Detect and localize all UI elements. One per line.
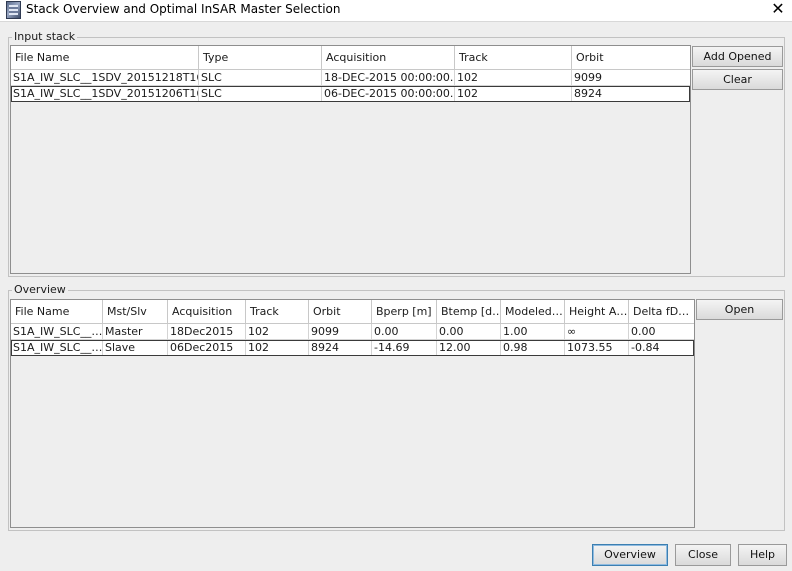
- table-cell: 0.00: [629, 324, 694, 340]
- column-header[interactable]: Type: [199, 46, 322, 70]
- close-button[interactable]: Close: [675, 544, 731, 566]
- add-opened-button[interactable]: Add Opened: [692, 46, 783, 67]
- table-cell: -14.69: [372, 340, 437, 356]
- column-header[interactable]: File Name: [11, 46, 199, 70]
- close-icon[interactable]: ✕: [770, 0, 786, 18]
- table-row[interactable]: S1A_IW_SLC__… Slave 06Dec2015 102 8924 -…: [11, 340, 694, 356]
- window-title: Stack Overview and Optimal InSAR Master …: [26, 2, 341, 16]
- table-row[interactable]: S1A_IW_SLC__1SDV_20151218T16… SLC 18-DEC…: [11, 70, 690, 86]
- table-cell: 12.00: [437, 340, 501, 356]
- table-cell: Slave: [103, 340, 168, 356]
- input-stack-header: File Name Type Acquisition Track Orbit: [11, 46, 690, 70]
- table-cell: 06Dec2015: [168, 340, 246, 356]
- overview-header: File Name Mst/Slv Acquisition Track Orbi…: [11, 300, 694, 324]
- table-cell: 1.00: [501, 324, 565, 340]
- table-cell: -0.84: [629, 340, 694, 356]
- table-cell: 18Dec2015: [168, 324, 246, 340]
- table-cell: 0.00: [372, 324, 437, 340]
- table-cell: 102: [246, 340, 309, 356]
- column-header[interactable]: Delta fD…: [629, 300, 694, 324]
- table-cell: 102: [246, 324, 309, 340]
- table-cell: 9099: [309, 324, 372, 340]
- table-cell: 8924: [572, 86, 690, 102]
- table-row[interactable]: S1A_IW_SLC__… Master 18Dec2015 102 9099 …: [11, 324, 694, 340]
- column-header[interactable]: Acquisition: [322, 46, 455, 70]
- overview-label: Overview: [12, 283, 68, 296]
- title-bar: Stack Overview and Optimal InSAR Master …: [0, 0, 792, 22]
- table-cell: 8924: [309, 340, 372, 356]
- stack-app-icon: [6, 1, 21, 19]
- table-cell: S1A_IW_SLC__1SDV_20151218T16…: [11, 70, 199, 86]
- table-cell: 0.98: [501, 340, 565, 356]
- column-header[interactable]: Btemp [d…: [437, 300, 501, 324]
- input-stack-table[interactable]: File Name Type Acquisition Track Orbit S…: [10, 45, 691, 274]
- column-header[interactable]: Bperp [m]: [372, 300, 437, 324]
- table-cell: ∞: [565, 324, 629, 340]
- help-button[interactable]: Help: [738, 544, 787, 566]
- table-cell: Master: [103, 324, 168, 340]
- column-header[interactable]: Height A…: [565, 300, 629, 324]
- table-cell: SLC: [199, 86, 322, 102]
- table-cell: 18-DEC-2015 00:00:00.…: [322, 70, 455, 86]
- overview-table[interactable]: File Name Mst/Slv Acquisition Track Orbi…: [10, 299, 695, 528]
- table-cell: S1A_IW_SLC__…: [11, 340, 103, 356]
- open-button[interactable]: Open: [696, 299, 783, 320]
- table-cell: SLC: [199, 70, 322, 86]
- clear-button[interactable]: Clear: [692, 69, 783, 90]
- input-stack-label: Input stack: [12, 30, 78, 43]
- column-header[interactable]: Orbit: [572, 46, 690, 70]
- table-cell: 102: [455, 86, 572, 102]
- column-header[interactable]: Track: [246, 300, 309, 324]
- table-cell: 0.00: [437, 324, 501, 340]
- table-cell: S1A_IW_SLC__…: [11, 324, 103, 340]
- table-cell: 1073.55: [565, 340, 629, 356]
- table-cell: S1A_IW_SLC__1SDV_20151206T16…: [11, 86, 199, 102]
- column-header[interactable]: Track: [455, 46, 572, 70]
- column-header[interactable]: Mst/Slv: [103, 300, 168, 324]
- table-cell: 06-DEC-2015 00:00:00.…: [322, 86, 455, 102]
- column-header[interactable]: Acquisition: [168, 300, 246, 324]
- table-row[interactable]: S1A_IW_SLC__1SDV_20151206T16… SLC 06-DEC…: [11, 86, 690, 102]
- overview-button[interactable]: Overview: [592, 544, 668, 566]
- table-cell: 9099: [572, 70, 690, 86]
- column-header[interactable]: File Name: [11, 300, 103, 324]
- column-header[interactable]: Orbit: [309, 300, 372, 324]
- table-cell: 102: [455, 70, 572, 86]
- column-header[interactable]: Modeled…: [501, 300, 565, 324]
